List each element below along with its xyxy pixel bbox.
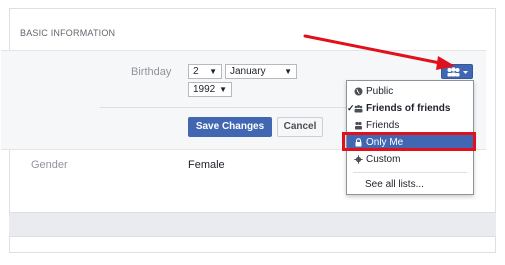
friends-of-friends-icon [354, 105, 363, 113]
privacy-option-label: Custom [366, 154, 401, 165]
friends-icon [355, 121, 362, 130]
see-all-lists-link[interactable]: See all lists... [347, 176, 473, 193]
gender-label: Gender [31, 159, 68, 171]
privacy-option-label: Public [366, 86, 394, 97]
annotation-highlight-box [342, 132, 476, 151]
globe-icon [354, 87, 363, 96]
privacy-option-label: Friends [366, 120, 400, 131]
gender-value: Female [188, 159, 225, 171]
gear-icon [354, 155, 363, 164]
footer-band [9, 212, 496, 237]
menu-divider [353, 172, 467, 173]
privacy-option-custom[interactable]: Custom [347, 151, 473, 168]
privacy-option-label: Friends of friends [366, 103, 451, 114]
privacy-option-public[interactable]: Public [347, 83, 473, 100]
privacy-option-friends-of-friends[interactable]: ✓ Friends of friends [347, 100, 473, 117]
